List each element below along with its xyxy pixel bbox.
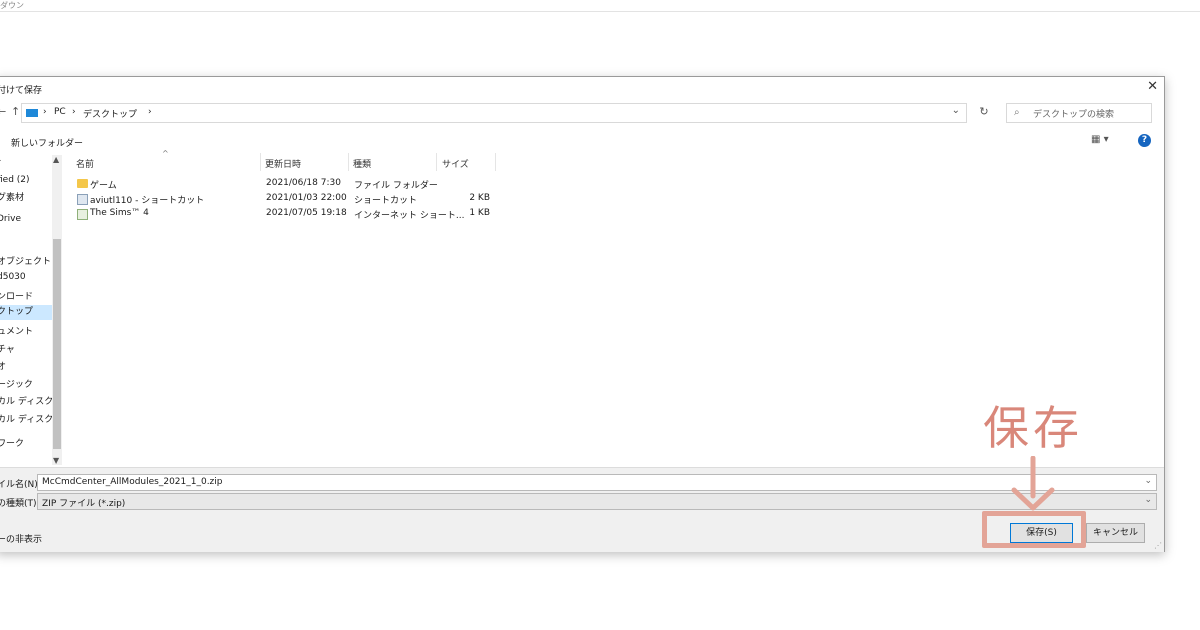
sidebar-item-3d-objects[interactable]: オブジェクト <box>0 254 53 267</box>
resize-grip-icon[interactable]: ⋰ <box>1154 541 1162 550</box>
column-separator[interactable] <box>495 153 496 171</box>
cancel-button[interactable]: キャンセル <box>1086 523 1145 543</box>
filetype-label: の種類(T): <box>0 499 40 509</box>
help-icon[interactable]: ? <box>1138 134 1151 147</box>
breadcrumb-desktop[interactable]: デスクトップ <box>83 107 137 120</box>
breadcrumb-separator: › <box>148 107 152 117</box>
sidebar-item-music[interactable]: ージック <box>0 377 53 390</box>
annotation-highlight-box <box>982 511 1086 548</box>
breadcrumb-separator: › <box>72 107 76 117</box>
scrollbar-thumb[interactable] <box>53 239 61 449</box>
sidebar-item-downloads[interactable]: ンロード <box>0 289 53 302</box>
search-input[interactable]: ⌕ デスクトップの検索 <box>1006 103 1152 123</box>
browser-tab-label[interactable]: ダウン <box>0 0 30 11</box>
shortcut-icon <box>77 194 88 205</box>
scroll-down-icon[interactable]: ▼ <box>53 456 59 465</box>
annotation-text: 保存 <box>983 401 1083 455</box>
file-type: ショートカット <box>354 196 418 206</box>
file-row[interactable]: aviutl110 - ショートカット 2021/01/03 22:00 ショー… <box>75 191 495 206</box>
chevron-down-icon[interactable]: ⌄ <box>1144 495 1152 505</box>
up-arrow-icon[interactable]: ↑ <box>11 105 20 118</box>
column-header-size[interactable]: サイズ <box>442 157 469 170</box>
sidebar-scrollbar[interactable]: ▲ ▼ <box>52 155 62 465</box>
sidebar-item[interactable]: d5030 <box>0 272 53 282</box>
hide-folders-toggle[interactable]: ーの非表示 <box>0 532 42 545</box>
internet-shortcut-icon <box>77 209 88 220</box>
file-name: aviutl110 - ショートカット <box>90 196 205 206</box>
filename-label: イル名(N): <box>0 480 41 490</box>
column-separator[interactable] <box>436 153 437 171</box>
file-row[interactable]: ゲーム 2021/06/18 7:30 ファイル フォルダー <box>75 176 495 191</box>
dialog-titlebar: 付けて保存 ✕ <box>0 77 1164 99</box>
back-arrow-icon[interactable]: ← <box>0 105 6 118</box>
navigation-bar: ← ↑ › PC › デスクトップ › ⌄ ↻ ⌕ デスクトップの検索 <box>0 101 1164 125</box>
sidebar-item[interactable]: r <box>0 158 53 168</box>
folder-icon <box>77 179 88 188</box>
column-separator[interactable] <box>260 153 261 171</box>
column-header-date[interactable]: 更新日時 <box>265 157 301 170</box>
sort-caret-icon: ^ <box>162 149 169 158</box>
sidebar-item-onedrive[interactable]: Drive <box>0 214 53 224</box>
dialog-title: 付けて保存 <box>0 86 43 96</box>
breadcrumb-pc[interactable]: PC <box>54 107 66 117</box>
save-as-dialog: 付けて保存 ✕ ← ↑ › PC › デスクトップ › ⌄ ↻ ⌕ デスクトップ… <box>0 76 1165 552</box>
column-headers: ^ 名前 更新日時 種類 サイズ <box>67 149 497 171</box>
search-icon: ⌕ <box>1014 107 1020 118</box>
sidebar-item-desktop[interactable]: クトップ <box>0 305 53 320</box>
sidebar-item-network[interactable]: ワーク <box>0 436 53 449</box>
dialog-toolbar: 新しいフォルダー ▦ ▾ ? <box>0 129 1164 153</box>
sidebar-item-local-disk[interactable]: カル ディスク (C <box>0 394 53 407</box>
file-type: ファイル フォルダー <box>354 181 438 191</box>
sidebar-item-videos[interactable]: オ <box>0 359 53 372</box>
sidebar-item[interactable]: グ素材 <box>0 190 53 203</box>
sidebar-item-documents[interactable]: ュメント <box>0 324 53 337</box>
file-row[interactable]: The Sims™ 4 2021/07/05 19:18 インターネット ショー… <box>75 206 495 221</box>
file-name: ゲーム <box>90 181 117 191</box>
file-type: インターネット ショート... <box>354 211 465 221</box>
breadcrumb-separator: › <box>43 107 47 117</box>
address-bar[interactable]: › PC › デスクトップ › ⌄ <box>21 103 967 123</box>
file-size: 1 KB <box>469 208 490 218</box>
scroll-up-icon[interactable]: ▲ <box>53 155 59 164</box>
sidebar-item-local-disk[interactable]: カル ディスク (C <box>0 412 53 425</box>
view-options-icon[interactable]: ▦ ▾ <box>1091 134 1109 145</box>
search-placeholder: デスクトップの検索 <box>1033 110 1115 120</box>
file-date: 2021/01/03 22:00 <box>266 193 347 203</box>
chevron-down-icon[interactable]: ⌄ <box>1144 476 1152 486</box>
new-folder-button[interactable]: 新しいフォルダー <box>11 136 83 149</box>
annotation-arrow-icon <box>1011 456 1055 511</box>
sidebar-item-pictures[interactable]: チャ <box>0 342 53 355</box>
file-size: 2 KB <box>469 193 490 203</box>
file-date: 2021/07/05 19:18 <box>266 208 347 218</box>
filetype-value: ZIP ファイル (*.zip) <box>42 499 126 509</box>
filename-input[interactable]: McCmdCenter_AllModules_2021_1_0.zip ⌄ <box>37 474 1157 491</box>
pc-icon <box>26 109 38 117</box>
file-date: 2021/06/18 7:30 <box>266 178 341 188</box>
file-name: The Sims™ 4 <box>90 208 149 218</box>
column-header-name[interactable]: 名前 <box>76 157 94 170</box>
column-separator[interactable] <box>348 153 349 171</box>
sidebar-item[interactable]: fied (2) <box>0 175 53 185</box>
refresh-icon[interactable]: ↻ <box>975 103 993 121</box>
filetype-select[interactable]: ZIP ファイル (*.zip) ⌄ <box>37 493 1157 510</box>
chevron-down-icon[interactable]: ⌄ <box>952 105 960 116</box>
column-header-type[interactable]: 種類 <box>353 157 371 170</box>
close-icon[interactable]: ✕ <box>1147 79 1158 94</box>
browser-top-strip: ダウン <box>0 0 1200 12</box>
filename-value: McCmdCenter_AllModules_2021_1_0.zip <box>42 477 223 487</box>
